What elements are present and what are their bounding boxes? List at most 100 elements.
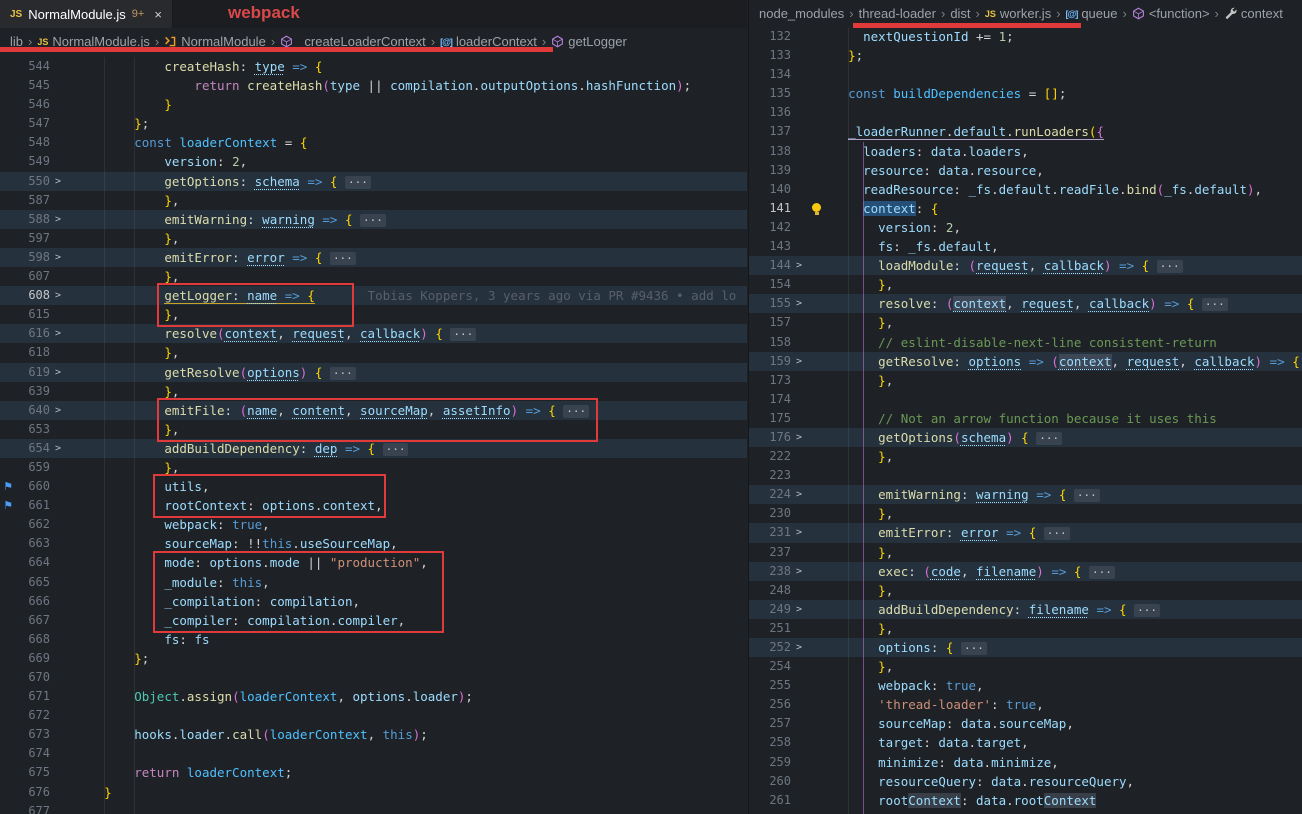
bulb-gutter [807,275,827,294]
fold-gutter [791,27,807,46]
line-number: 237 [769,544,791,559]
code-line: 254 }, [749,657,1302,676]
code-text: return createHash(type || compilation.ou… [194,78,692,94]
line-number: 677 [28,803,50,814]
fold-gutter [791,447,807,466]
tab-problems-badge: 9+ [131,8,145,20]
code-line: 157 }, [749,313,1302,332]
line-number: 251 [769,620,791,635]
code-line: 608 > getLogger: name => { Tobias Koppers… [0,286,747,306]
code-line: 175 // Not an arrow function because it … [749,409,1302,428]
fold-chevron-icon[interactable]: > [50,286,66,305]
breadcrumb-separator: › [154,34,160,49]
bulb-gutter [807,428,827,447]
line-number: 664 [28,555,50,570]
breadcrumb-item[interactable]: NormalModule [164,34,266,49]
code-text: getLogger: name => { Tobias Koppers, 3 y… [164,288,737,305]
close-icon[interactable]: × [154,7,162,22]
code-text: fs: _fs.default, [878,239,999,255]
fold-chevron-icon[interactable]: > [791,428,807,447]
fold-chevron-icon[interactable]: > [50,439,66,458]
fold-gutter [791,504,807,523]
bulb-gutter [807,523,827,542]
code-text [66,802,747,814]
breadcrumb-item[interactable]: thread-loader [859,6,936,21]
line-number: 671 [28,689,50,704]
line-number: 257 [769,716,791,731]
bookmark-gutter [0,133,16,152]
fold-gutter [50,382,66,401]
breadcrumb-label: <function> [1148,6,1210,21]
fold-chevron-icon[interactable]: > [791,485,807,504]
fold-gutter [791,657,807,676]
code-line: 136 [749,103,1302,122]
code-line: 135 const buildDependencies = []; [749,84,1302,103]
bookmark-gutter [0,592,16,611]
breadcrumb-item[interactable]: context [1224,6,1283,21]
fold-chevron-icon[interactable]: > [791,638,807,657]
code-text: getOptions(schema) { ··· [827,428,1302,447]
breadcrumb-item[interactable]: <function> [1132,6,1210,21]
line-number: 660 [28,479,50,494]
breadcrumb-item[interactable]: _createLoaderContext [280,34,426,49]
fold-chevron-icon[interactable]: > [791,562,807,581]
line-number: 134 [769,67,791,82]
bulb-gutter [807,600,827,619]
breadcrumb-item[interactable]: getLogger [551,34,627,49]
tab-normalmodule[interactable]: JS NormalModule.js 9+ × [0,0,173,28]
code-line: 258 target: data.target, [749,733,1302,752]
line-number: 667 [28,612,50,627]
fold-chevron-icon[interactable]: > [50,363,66,382]
line-number: 256 [769,697,791,712]
line-number: 231 [769,525,791,540]
breadcrumb-item[interactable]: JS NormalModule.js [37,34,150,49]
code-editor-left[interactable]: 544 createHash: type => {545 return crea… [0,57,747,814]
bookmark-gutter [0,802,16,814]
fold-gutter [50,706,66,725]
code-text: version: 2, [878,219,961,235]
fold-chevron-icon[interactable]: > [791,523,807,542]
line-number: 142 [769,219,791,234]
breadcrumb-label: getLogger [568,34,627,49]
fold-gutter [50,114,66,133]
fold-chevron-icon[interactable]: > [50,401,66,420]
lightbulb-icon[interactable] [807,199,827,218]
fold-chevron-icon[interactable]: > [50,172,66,191]
line-number: 676 [28,784,50,799]
breadcrumb-item[interactable]: JS worker.js [985,6,1051,21]
fold-gutter [791,695,807,714]
fold-chevron-icon[interactable]: > [791,294,807,313]
code-text: // eslint-disable-next-line consistent-r… [878,334,1217,350]
line-number: 137 [769,124,791,139]
bracket-pair-guide [863,142,864,814]
breadcrumb-separator: › [28,34,33,49]
fold-gutter [791,142,807,161]
code-text: _loaderRunner.default.runLoaders({ [848,124,1104,141]
bulb-gutter [807,46,827,65]
code-text: }; [134,116,150,132]
bookmark-gutter [0,744,16,763]
line-number: 618 [28,345,50,360]
code-line: 154 }, [749,275,1302,294]
fold-chevron-icon[interactable]: > [791,352,807,371]
fold-gutter [50,802,66,814]
fold-chevron-icon[interactable]: > [50,210,66,229]
breadcrumb-item[interactable]: dist [950,6,970,21]
bookmark-gutter [0,324,16,343]
breadcrumb-item[interactable]: [@] loaderContext [440,34,537,49]
breadcrumb-item[interactable]: lib [10,34,23,49]
fold-chevron-icon[interactable]: > [791,256,807,275]
fold-gutter [791,619,807,638]
breadcrumb-item[interactable]: [@] queue [1066,6,1118,21]
symbol-method-icon [551,35,564,48]
code-editor-right[interactable]: 132 nextQuestionId += 1; 133 }; 134 135 con… [749,27,1302,814]
code-line: 676 } [0,783,747,802]
line-number: 176 [769,429,791,444]
code-text: }; [134,650,150,666]
fold-chevron-icon[interactable]: > [791,600,807,619]
breadcrumb-separator: › [1122,6,1127,21]
code-line: 176 > getOptions(schema) { ··· [749,427,1302,448]
fold-chevron-icon[interactable]: > [50,248,66,267]
fold-chevron-icon[interactable]: > [50,324,66,343]
breadcrumb-item[interactable]: node_modules [759,6,844,21]
